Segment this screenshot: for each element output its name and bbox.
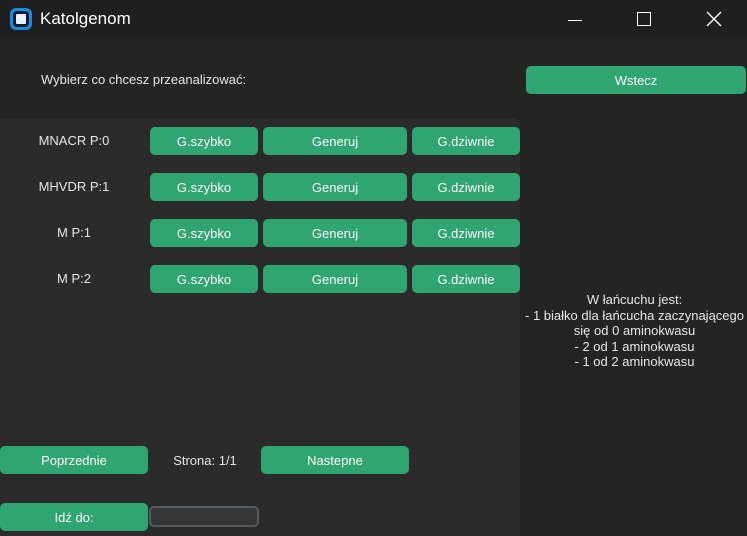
prompt-label: Wybierz co chcesz przeanalizować: <box>41 72 247 87</box>
minimize-button[interactable] <box>552 0 598 38</box>
next-page-button[interactable]: Nastepne <box>261 446 409 474</box>
goto-button[interactable]: Idź do: <box>0 503 148 531</box>
fast-generate-button[interactable]: G.szybko <box>150 265 258 293</box>
generate-button[interactable]: Generuj <box>263 173 407 201</box>
fast-generate-button[interactable]: G.szybko <box>150 127 258 155</box>
maximize-button[interactable] <box>621 0 667 38</box>
previous-page-button[interactable]: Poprzednie <box>0 446 148 474</box>
info-line: - 1 od 2 aminokwasu <box>574 354 695 369</box>
row-label: M P:1 <box>57 225 91 240</box>
title-bar: Katolgenom <box>0 0 747 38</box>
row-label: M P:2 <box>57 271 91 286</box>
minimize-icon <box>568 19 582 21</box>
close-button[interactable] <box>691 0 737 38</box>
fast-generate-button[interactable]: G.szybko <box>150 219 258 247</box>
generate-button[interactable]: Generuj <box>263 127 407 155</box>
app-icon <box>10 8 32 30</box>
close-icon <box>706 11 722 27</box>
weird-generate-button[interactable]: G.dziwnie <box>412 219 520 247</box>
info-line: - 1 białko dla łańcucha zaczynającego <box>525 307 744 323</box>
goto-page-input[interactable] <box>149 506 259 527</box>
chain-info: W łańcuchu jest: - 1 białko dla łańcucha… <box>522 292 747 370</box>
weird-generate-button[interactable]: G.dziwnie <box>412 127 520 155</box>
weird-generate-button[interactable]: G.dziwnie <box>412 173 520 201</box>
info-line: - 2 od 1 aminokwasu <box>574 338 695 354</box>
row-label: MNACR P:0 <box>38 133 110 148</box>
generate-button[interactable]: Generuj <box>263 219 407 247</box>
back-button[interactable]: Wstecz <box>526 66 746 94</box>
fast-generate-button[interactable]: G.szybko <box>150 173 258 201</box>
weird-generate-button[interactable]: G.dziwnie <box>412 265 520 293</box>
row-label: MHVDR P:1 <box>38 179 110 194</box>
info-line: się od 0 aminokwasu <box>573 323 696 338</box>
maximize-icon <box>637 12 651 26</box>
generate-button[interactable]: Generuj <box>263 265 407 293</box>
info-line: W łańcuchu jest: <box>586 292 683 307</box>
window-title: Katolgenom <box>40 9 131 28</box>
page-indicator: Strona: 1/1 <box>173 453 237 468</box>
